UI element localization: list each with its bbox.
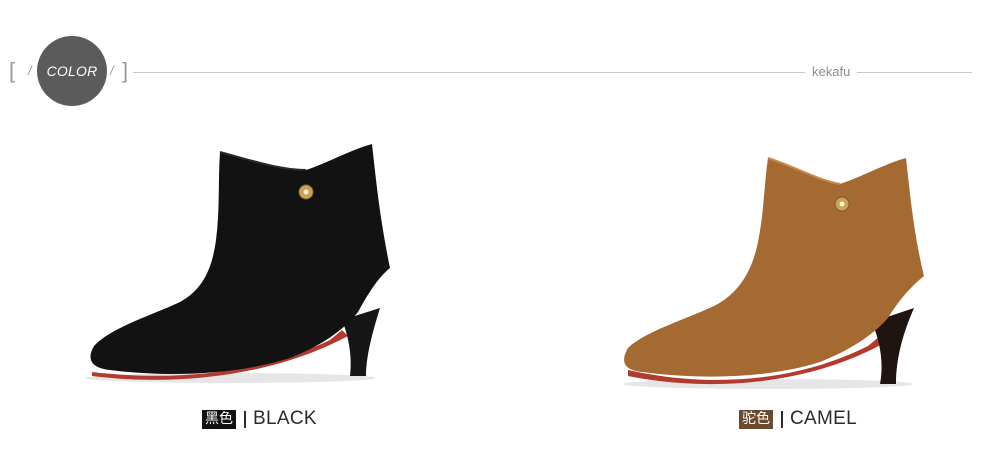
caption-separator — [781, 410, 783, 428]
header-rule-right — [857, 72, 972, 73]
slash-divider: / — [110, 63, 114, 78]
color-label: COLOR — [46, 63, 98, 79]
color-tag: 驼色 — [739, 409, 773, 429]
color-section-header: [ / COLOR / ] kekafu — [0, 0, 990, 120]
color-badge: COLOR — [37, 36, 107, 106]
brand-name: kekafu — [810, 64, 853, 79]
color-tag: 黑色 — [202, 409, 236, 429]
camel-caption: 驼色 CAMEL — [739, 408, 857, 430]
left-bracket-open: [ — [9, 58, 16, 83]
color-name: CAMEL — [790, 408, 857, 429]
right-bracket-close: ] — [122, 58, 129, 83]
slash-divider: / — [28, 63, 32, 78]
camel-boot-image — [618, 150, 938, 390]
black-caption: 黑色 BLACK — [202, 408, 317, 430]
caption-separator — [244, 410, 246, 428]
color-name: BLACK — [253, 408, 317, 429]
black-boot-image — [80, 140, 400, 385]
header-rule — [133, 72, 805, 73]
